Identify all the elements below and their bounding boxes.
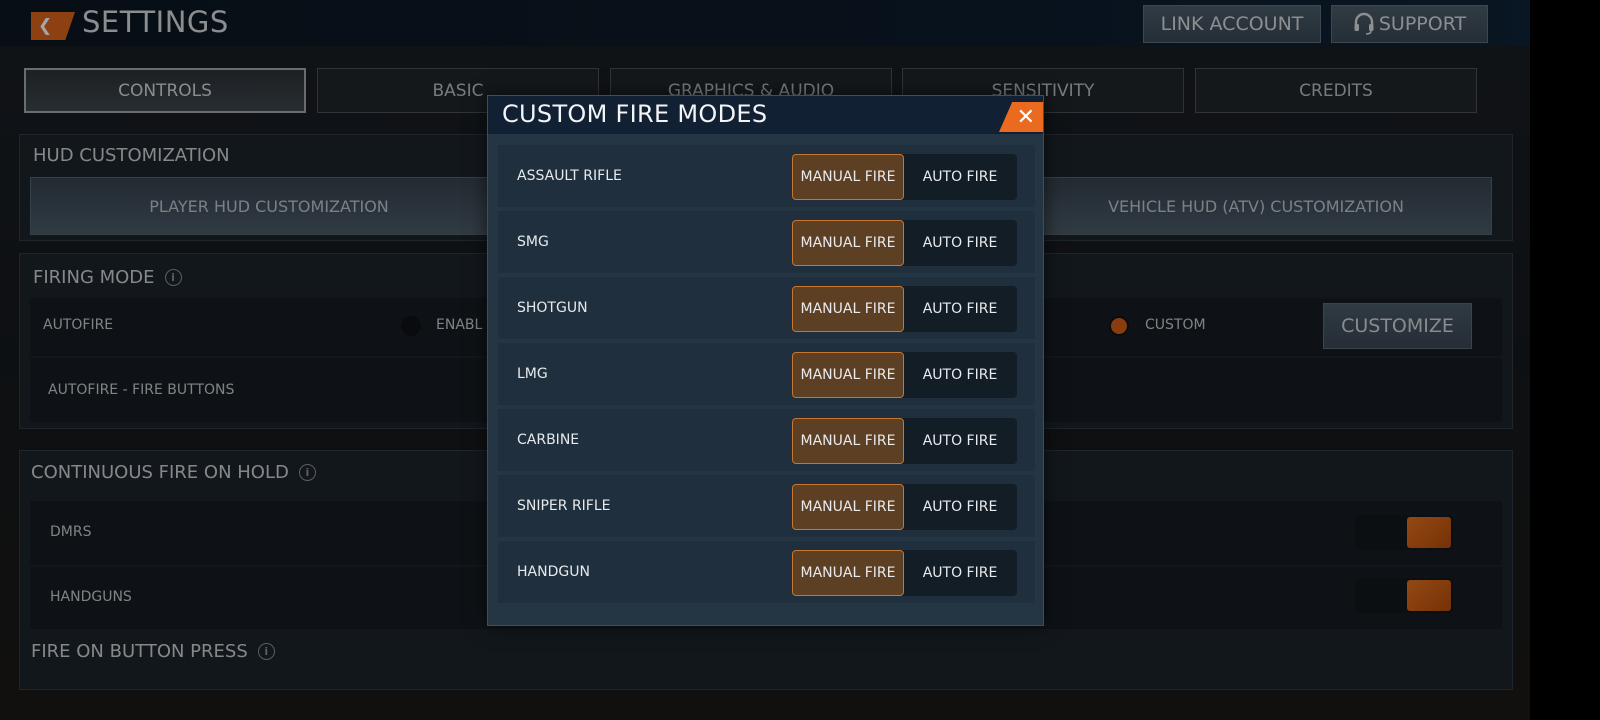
weapon-row: SHOTGUN MANUAL FIRE AUTO FIRE: [498, 277, 1035, 339]
weapon-list: ASSAULT RIFLE MANUAL FIRE AUTO FIRE SMG MANU…: [498, 145, 1035, 607]
manual-fire-option[interactable]: MANUAL FIRE: [792, 550, 904, 596]
weapon-row: LMG MANUAL FIRE AUTO FIRE: [498, 343, 1035, 405]
fire-mode-selector: MANUAL FIRE AUTO FIRE: [792, 550, 1017, 596]
fire-mode-selector: MANUAL FIRE AUTO FIRE: [792, 154, 1017, 200]
weapon-name: CARBINE: [517, 432, 580, 448]
weapon-row: SMG MANUAL FIRE AUTO FIRE: [498, 211, 1035, 273]
weapon-name: SNIPER RIFLE: [517, 498, 611, 514]
auto-fire-option[interactable]: AUTO FIRE: [904, 418, 1016, 464]
auto-fire-option[interactable]: AUTO FIRE: [904, 154, 1016, 200]
close-button[interactable]: ✕: [999, 102, 1043, 132]
weapon-row: SNIPER RIFLE MANUAL FIRE AUTO FIRE: [498, 475, 1035, 537]
fire-mode-selector: MANUAL FIRE AUTO FIRE: [792, 484, 1017, 530]
weapon-name: SHOTGUN: [517, 300, 588, 316]
settings-screen: ❮ SETTINGS LINK ACCOUNT SUPPORT CONTROLS…: [0, 0, 1530, 720]
auto-fire-option[interactable]: AUTO FIRE: [904, 550, 1016, 596]
manual-fire-option[interactable]: MANUAL FIRE: [792, 484, 904, 530]
weapon-name: HANDGUN: [517, 564, 590, 580]
close-icon: ✕: [1016, 104, 1035, 130]
weapon-row: CARBINE MANUAL FIRE AUTO FIRE: [498, 409, 1035, 471]
auto-fire-option[interactable]: AUTO FIRE: [904, 484, 1016, 530]
custom-fire-modes-dialog: CUSTOM FIRE MODES ✕ ASSAULT RIFLE MANUAL …: [487, 95, 1044, 626]
weapon-name: ASSAULT RIFLE: [517, 168, 622, 184]
auto-fire-option[interactable]: AUTO FIRE: [904, 220, 1016, 266]
screen-edge: [1530, 0, 1600, 720]
manual-fire-option[interactable]: MANUAL FIRE: [792, 220, 904, 266]
auto-fire-option[interactable]: AUTO FIRE: [904, 352, 1016, 398]
weapon-name: SMG: [517, 234, 549, 250]
fire-mode-selector: MANUAL FIRE AUTO FIRE: [792, 418, 1017, 464]
fire-mode-selector: MANUAL FIRE AUTO FIRE: [792, 352, 1017, 398]
fire-mode-selector: MANUAL FIRE AUTO FIRE: [792, 286, 1017, 332]
manual-fire-option[interactable]: MANUAL FIRE: [792, 154, 904, 200]
auto-fire-option[interactable]: AUTO FIRE: [904, 286, 1016, 332]
dialog-header: CUSTOM FIRE MODES ✕: [488, 96, 1043, 134]
weapon-row: HANDGUN MANUAL FIRE AUTO FIRE: [498, 541, 1035, 603]
weapon-row: ASSAULT RIFLE MANUAL FIRE AUTO FIRE: [498, 145, 1035, 207]
manual-fire-option[interactable]: MANUAL FIRE: [792, 286, 904, 332]
dialog-title: CUSTOM FIRE MODES: [502, 100, 768, 128]
fire-mode-selector: MANUAL FIRE AUTO FIRE: [792, 220, 1017, 266]
manual-fire-option[interactable]: MANUAL FIRE: [792, 418, 904, 464]
weapon-name: LMG: [517, 366, 548, 382]
manual-fire-option[interactable]: MANUAL FIRE: [792, 352, 904, 398]
